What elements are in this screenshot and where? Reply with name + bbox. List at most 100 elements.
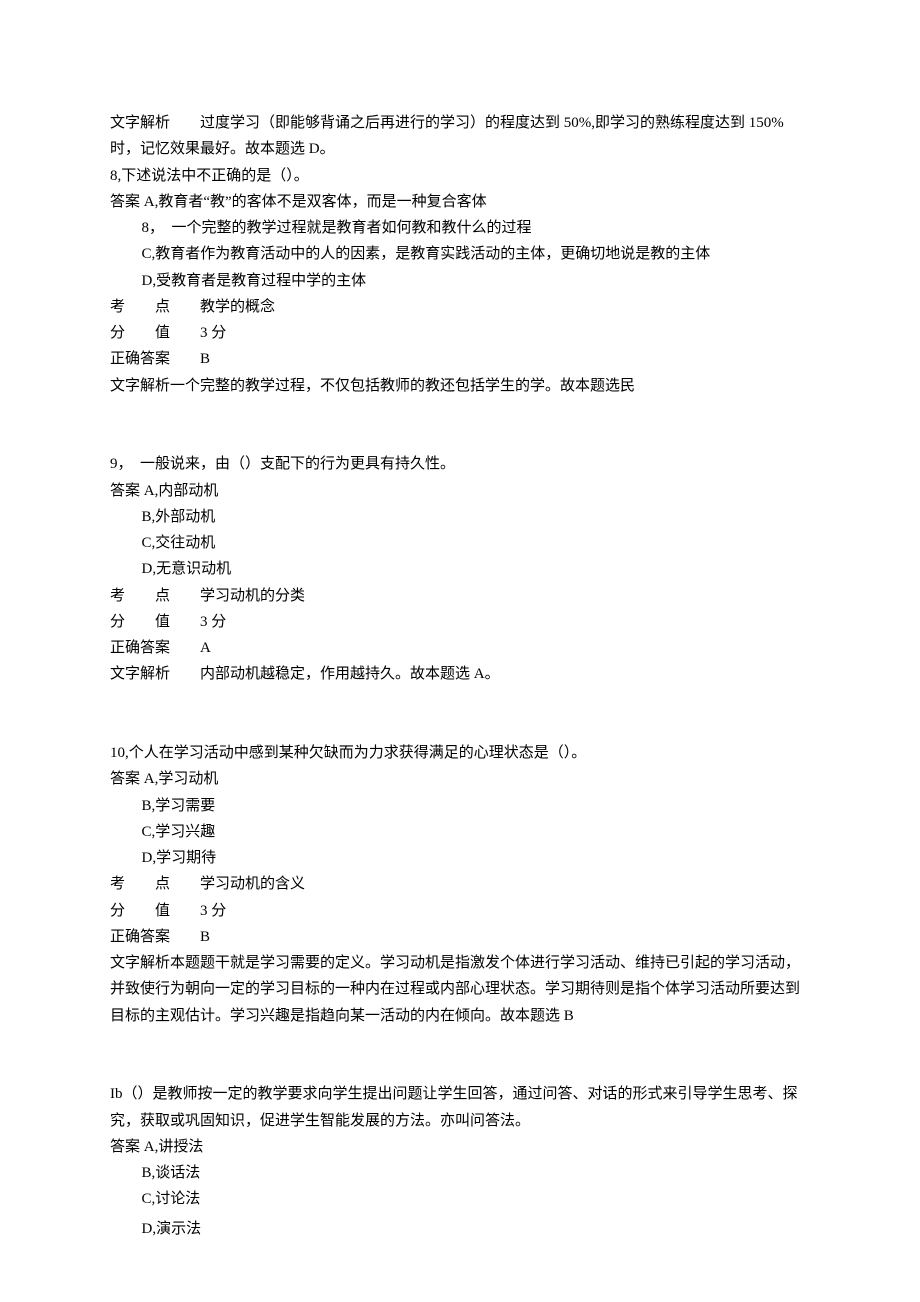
q8-explanation: 文字解析一个完整的教学过程，不仅包括教师的教还包括学生的学。故本题选民 [110,373,810,399]
spacer [110,399,810,425]
q10-point: 考 点 学习动机的含义 [110,871,810,897]
q9-answer: 正确答案 A [110,635,810,661]
q9-option-b: B,外部动机 [110,504,810,530]
spacer [110,714,810,740]
option-text: 外部动机 [155,509,215,525]
document-page: 文字解析 过度学习（即能够背诵之后再进行的学习）的程度达到 50%,即学习的熟练… [0,0,920,1302]
option-text: 交往动机 [155,535,215,551]
question-number: 9， [110,456,125,472]
score-value: 3 分 [170,614,226,630]
option-text: 受教育者是教育过程中学的主体 [156,273,366,289]
point-value: 教学的概念 [170,299,275,315]
question-number: Ib [110,1086,123,1102]
option-text: 教育者“教”的客体不是双客体，而是一种复合客体 [158,194,486,210]
option-prefix: C, [142,824,156,840]
q11-option-a: 答案 A,讲授法 [110,1134,810,1160]
q10-answer: 正确答案 B [110,924,810,950]
option-text: 一个完整的教学过程就是教育者如何教和教什么的过程 [172,220,532,236]
point-label: 考 点 [110,876,170,892]
q7-explanation: 文字解析 过度学习（即能够背诵之后再进行的学习）的程度达到 50%,即学习的熟练… [110,110,810,163]
explain-label: 文字解析 [110,378,170,394]
option-prefix: B, [142,798,156,814]
q9-point: 考 点 学习动机的分类 [110,583,810,609]
option-prefix: B, [142,509,156,525]
score-value: 3 分 [170,325,226,341]
option-prefix: 答案 A, [110,771,158,787]
option-text: 内部动机 [158,483,218,499]
q8-option-b: 8， 一个完整的教学过程就是教育者如何教和教什么的过程 [110,215,810,241]
option-text: 学习兴趣 [155,824,215,840]
point-label: 考 点 [110,299,170,315]
explain-label: 文字解析 [110,115,170,131]
point-value: 学习动机的分类 [170,588,305,604]
q9-option-c: C,交往动机 [110,530,810,556]
q10-option-c: C,学习兴趣 [110,819,810,845]
option-text: 演示法 [156,1221,201,1237]
question-stem-text: 个人在学习活动中感到某种欠缺而为力求获得满足的心理状态是（）。 [129,745,587,761]
answer-value: B [170,351,210,367]
option-text: 讲授法 [158,1139,203,1155]
question-stem-text: 一般说来，由（）支配下的行为更具有持久性。 [140,456,455,472]
q9-explanation: 文字解析 内部动机越稳定，作用越持久。故本题选 A。 [110,661,810,687]
question-number: 10, [110,745,129,761]
q8-stem: 8,下述说法中不正确的是（）。 [110,163,810,189]
score-value: 3 分 [170,903,226,919]
spacer [110,425,810,451]
q9-score: 分 值 3 分 [110,609,810,635]
answer-label: 正确答案 [110,929,170,945]
option-prefix: 8， [142,220,157,236]
point-label: 考 点 [110,588,170,604]
option-text: 学习动机 [158,771,218,787]
option-text: 教育者作为教育活动中的人的因素，是教育实践活动的主体，更确切地说是教的主体 [155,246,710,262]
option-prefix: 答案 A, [110,483,158,499]
q8-option-d: D,受教育者是教育过程中学的主体 [110,268,810,294]
explain-text: 本题题干就是学习需要的定义。学习动机是指激发个体进行学习活动、维持已引起的学习活… [110,955,800,1024]
explain-text: 过度学习（即能够背诵之后再进行的学习）的程度达到 50%,即学习的熟练程度达到 … [110,115,784,157]
q9-stem: 9， 一般说来，由（）支配下的行为更具有持久性。 [110,451,810,477]
score-label: 分 值 [110,325,170,341]
option-prefix: D, [142,273,157,289]
option-text: 讨论法 [155,1191,200,1207]
q10-score: 分 值 3 分 [110,898,810,924]
q10-option-b: B,学习需要 [110,793,810,819]
q11-option-b: B,谈话法 [110,1160,810,1186]
q8-option-c: C,教育者作为教育活动中的人的因素，是教育实践活动的主体，更确切地说是教的主体 [110,241,810,267]
question-stem-text: 下述说法中不正确的是（）。 [121,168,309,184]
explain-text: 一个完整的教学过程，不仅包括教师的教还包括学生的学。故本题选民 [170,378,635,394]
option-prefix: 答案 A, [110,1139,158,1155]
q8-score: 分 值 3 分 [110,320,810,346]
q10-option-d: D,学习期待 [110,845,810,871]
q11-option-c: C,讨论法 [110,1186,810,1212]
spacer [110,1029,810,1055]
score-label: 分 值 [110,614,170,630]
option-prefix: C, [142,246,156,262]
q8-option-a: 答案 A,教育者“教”的客体不是双客体，而是一种复合客体 [110,189,810,215]
question-stem-text: （）是教师按一定的教学要求向学生提出问题让学生回答，通过问答、对话的形式来引导学… [110,1086,798,1128]
option-prefix: D, [142,561,157,577]
q9-option-a: 答案 A,内部动机 [110,478,810,504]
question-number: 8, [110,168,121,184]
answer-label: 正确答案 [110,640,170,656]
point-value: 学习动机的含义 [170,876,305,892]
q11-option-d: D,演示法 [110,1216,810,1242]
option-prefix: C, [142,1191,156,1207]
q10-explanation: 文字解析本题题干就是学习需要的定义。学习动机是指激发个体进行学习活动、维持已引起… [110,950,810,1029]
explain-text: 内部动机越稳定，作用越持久。故本题选 A。 [170,666,500,682]
option-prefix: B, [142,1165,156,1181]
option-prefix: D, [142,850,157,866]
option-text: 谈话法 [155,1165,200,1181]
q10-option-a: 答案 A,学习动机 [110,766,810,792]
option-text: 学习期待 [156,850,216,866]
option-prefix: 答案 A, [110,194,158,210]
q9-option-d: D,无意识动机 [110,556,810,582]
q10-stem: 10,个人在学习活动中感到某种欠缺而为力求获得满足的心理状态是（）。 [110,740,810,766]
explain-label: 文字解析 [110,666,170,682]
answer-value: A [170,640,211,656]
spacer [110,1055,810,1081]
option-prefix: D, [142,1221,157,1237]
answer-label: 正确答案 [110,351,170,367]
spacer [110,688,810,714]
q11-stem: Ib（）是教师按一定的教学要求向学生提出问题让学生回答，通过问答、对话的形式来引… [110,1081,810,1134]
q8-point: 考 点 教学的概念 [110,294,810,320]
option-prefix: C, [142,535,156,551]
